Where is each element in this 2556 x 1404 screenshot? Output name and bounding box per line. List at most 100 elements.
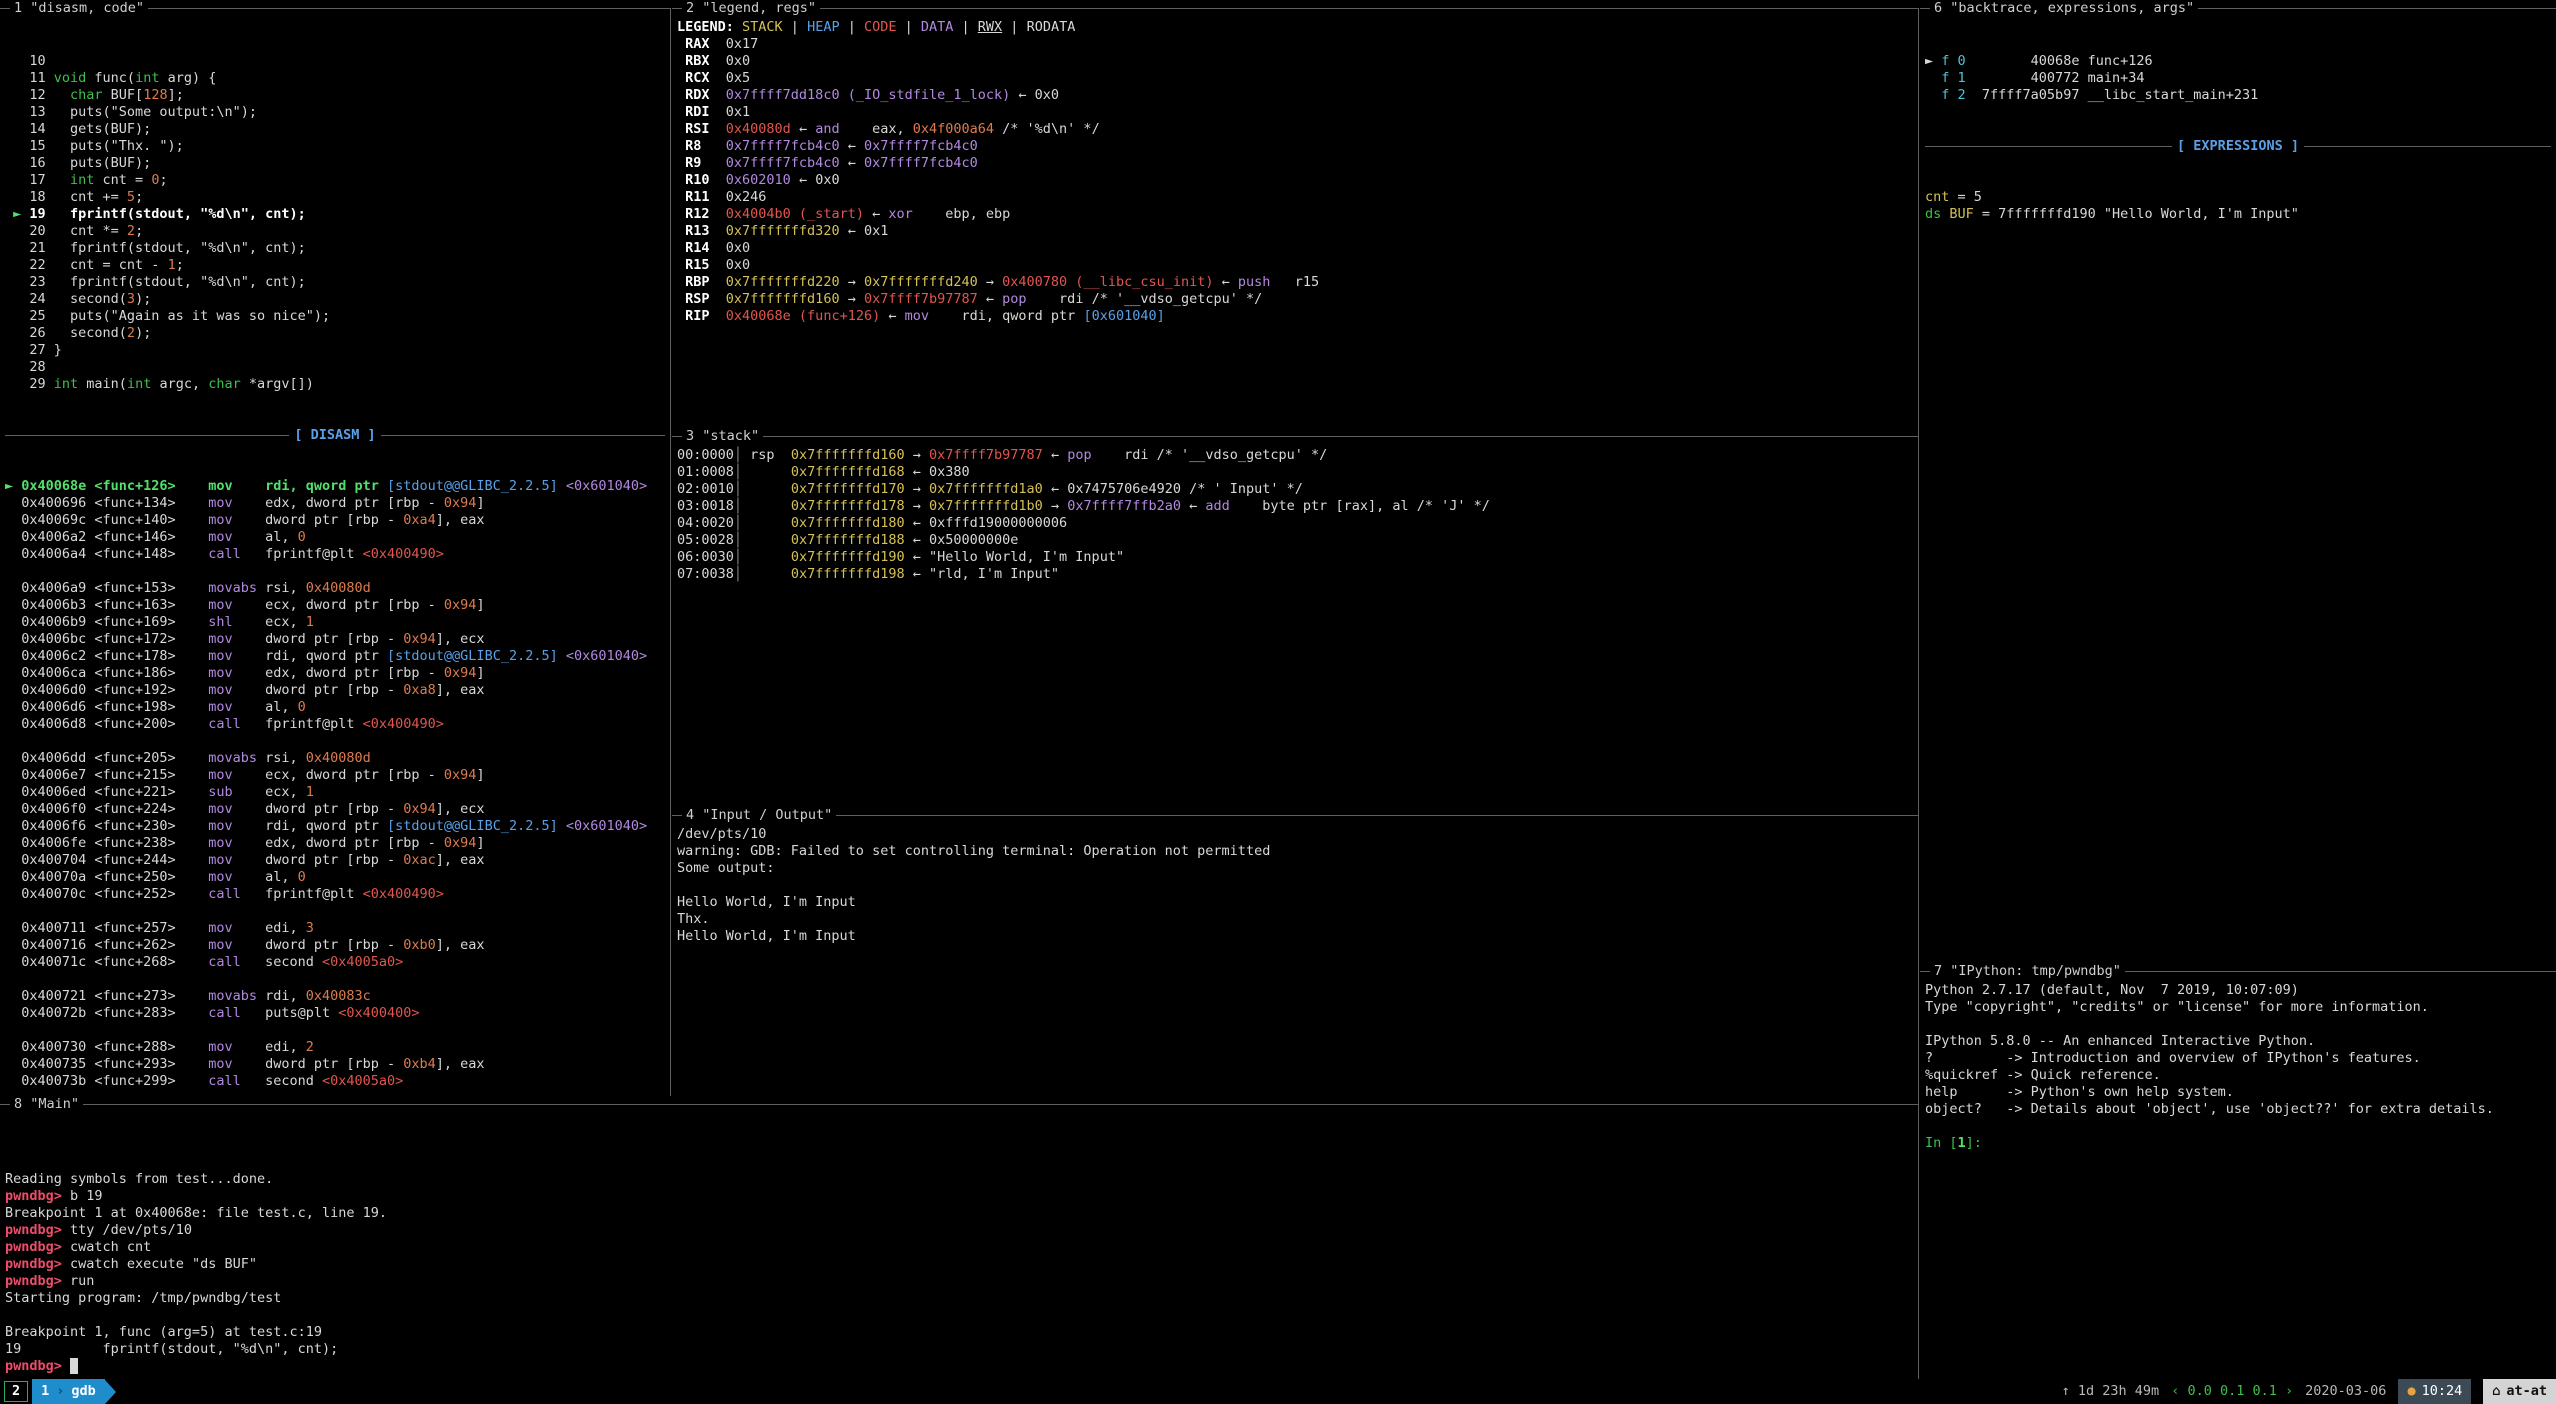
terminal-line: RBP 0x7fffffffd220 → 0x7fffffffd240 → 0x…: [677, 274, 1913, 291]
pane-border: 7 "IPython: tmp/pwndbg": [1920, 963, 2556, 980]
terminal-line: [5, 903, 665, 920]
tmux-window-tab[interactable]: 1 › gdb: [32, 1379, 105, 1404]
terminal-line: Python 2.7.17 (default, Nov 7 2019, 10:0…: [1925, 982, 2551, 999]
terminal-line: ► f 0 40068e func+126: [1925, 53, 2551, 70]
status-date: 2020-03-06: [2305, 1383, 2386, 1400]
terminal-line: 0x4006e7 <func+215> mov ecx, dword ptr […: [5, 767, 665, 784]
terminal-line: Some output:: [677, 860, 1913, 877]
terminal-line: 0x4006d6 <func+198> mov al, 0: [5, 699, 665, 716]
load-average: ‹ 0.0 0.1 0.1 ›: [2171, 1383, 2293, 1400]
terminal-line: 00:0000│ rsp 0x7fffffffd160 → 0x7ffff7b9…: [677, 447, 1913, 464]
pane-disasm-code[interactable]: 1 "disasm, code" 10 11 void func(int arg…: [0, 0, 670, 1096]
terminal-line: [677, 877, 1913, 894]
terminal-line: 0x400735 <func+293> mov dword ptr [rbp -…: [5, 1056, 665, 1073]
terminal-line: 0x4006d8 <func+200> call fprintf@plt <0x…: [5, 716, 665, 733]
terminal-line: RSI 0x40080d ← and eax, 0x4f000a64 /* '%…: [677, 121, 1913, 138]
terminal-line: 0x400730 <func+288> mov edi, 2: [5, 1039, 665, 1056]
terminal-line: 0x4006dd <func+205> movabs rsi, 0x40080d: [5, 750, 665, 767]
terminal-line: [1925, 1016, 2551, 1033]
pane-title-legend-regs: 2 "legend, regs": [682, 0, 820, 17]
pane-border: 1 "disasm, code": [0, 0, 670, 17]
pane-backtrace-expressions[interactable]: 6 "backtrace, expressions, args" ► f 0 4…: [1920, 0, 2556, 963]
terminal-line: 01:0008│ 0x7fffffffd168 ← 0x380: [677, 464, 1913, 481]
expressions-section-divider: [ EXPRESSIONS ]: [1925, 138, 2551, 155]
pane-legend-regs[interactable]: 2 "legend, regs" LEGEND: STACK | HEAP | …: [672, 0, 1918, 428]
window-name: gdb: [71, 1383, 95, 1400]
terminal-line: R15 0x0: [677, 257, 1913, 274]
window-separator-icon: ›: [56, 1383, 64, 1400]
terminal-line: f 2 7ffff7a05b97 __libc_start_main+231: [1925, 87, 2551, 104]
terminal-line: RIP 0x40068e (func+126) ← mov rdi, qword…: [677, 308, 1913, 325]
pane-title-main: 8 "Main": [10, 1096, 83, 1113]
gdb-console-content[interactable]: Reading symbols from test...done.pwndbg>…: [0, 1113, 1918, 1379]
terminal-line: 12 char BUF[128];: [5, 87, 665, 104]
terminal-line: ► 19 fprintf(stdout, "%d\n", cnt);: [5, 206, 665, 223]
terminal-line: 13 puts("Some output:\n");: [5, 104, 665, 121]
pane-border: 2 "legend, regs": [672, 0, 1918, 17]
terminal-line: 21 fprintf(stdout, "%d\n", cnt);: [5, 240, 665, 257]
terminal-line: 04:0020│ 0x7fffffffd180 ← 0xfffd19000000…: [677, 515, 1913, 532]
pane-title-ipython: 7 "IPython: tmp/pwndbg": [1930, 963, 2125, 980]
uptime-indicator: ↑ 1d 23h 49m: [2062, 1383, 2160, 1400]
terminal-line: RDX 0x7ffff7dd18c0 (_IO_stdfile_1_lock) …: [677, 87, 1913, 104]
terminal-line: Hello World, I'm Input: [677, 894, 1913, 911]
ipython-content[interactable]: Python 2.7.17 (default, Nov 7 2019, 10:0…: [1920, 980, 2556, 1152]
terminal-line: 0x4006bc <func+172> mov dword ptr [rbp -…: [5, 631, 665, 648]
terminal-line: 0x4006f6 <func+230> mov rdi, qword ptr […: [5, 818, 665, 835]
window-index: 1: [41, 1383, 49, 1400]
terminal-line: pwndbg> run: [5, 1273, 1913, 1290]
status-time-segment: ● 10:24: [2398, 1379, 2471, 1404]
status-time: 10:24: [2422, 1383, 2463, 1400]
terminal-line: 25 puts("Again as it was so nice");: [5, 308, 665, 325]
terminal-line: RSP 0x7fffffffd160 → 0x7ffff7b97787 ← po…: [677, 291, 1913, 308]
watch-expressions: cnt = 5ds BUF = 7fffffffd190 "Hello Worl…: [1925, 189, 2551, 223]
pane-ipython[interactable]: 7 "IPython: tmp/pwndbg" Python 2.7.17 (d…: [1920, 963, 2556, 1379]
powerline-arrow-icon: [105, 1380, 116, 1404]
terminal-line: Breakpoint 1 at 0x40068e: file test.c, l…: [5, 1205, 1913, 1222]
terminal-line: Thx.: [677, 911, 1913, 928]
terminal-line: pwndbg> tty /dev/pts/10: [5, 1222, 1913, 1239]
load-close-bracket: ›: [2285, 1383, 2293, 1399]
terminal-line: pwndbg>: [5, 1358, 1913, 1375]
terminal-line: 26 second(2);: [5, 325, 665, 342]
terminal-line: [5, 563, 665, 580]
terminal-line: R14 0x0: [677, 240, 1913, 257]
terminal-line: 0x4006d0 <func+192> mov dword ptr [rbp -…: [5, 682, 665, 699]
terminal-line: 28: [5, 359, 665, 376]
terminal-line: 0x400696 <func+134> mov edx, dword ptr […: [5, 495, 665, 512]
stack-content: 00:0000│ rsp 0x7fffffffd160 → 0x7ffff7b9…: [672, 445, 1918, 583]
pane-title-disasm-code: 1 "disasm, code": [10, 0, 148, 17]
terminal-line: 0x4006b9 <func+169> shl ecx, 1: [5, 614, 665, 631]
terminal-line: pwndbg> cwatch cnt: [5, 1239, 1913, 1256]
pane-border: 8 "Main": [0, 1096, 1918, 1113]
terminal-line: 0x4006fe <func+238> mov edx, dword ptr […: [5, 835, 665, 852]
pane-input-output[interactable]: 4 "Input / Output" /dev/pts/10warning: G…: [672, 807, 1918, 1096]
terminal-line: R12 0x4004b0 (_start) ← xor ebp, ebp: [677, 206, 1913, 223]
tmux-screen: 1 "disasm, code" 10 11 void func(int arg…: [0, 0, 2556, 1404]
terminal-line: 10: [5, 53, 665, 70]
terminal-line: 17 int cnt = 0;: [5, 172, 665, 189]
disasm-section-label: [ DISASM ]: [289, 427, 380, 444]
terminal-line: 18 cnt += 5;: [5, 189, 665, 206]
terminal-line: R8 0x7ffff7fcb4c0 ← 0x7ffff7fcb4c0: [677, 138, 1913, 155]
terminal-line: Breakpoint 1, func (arg=5) at test.c:19: [5, 1324, 1913, 1341]
terminal-line: Hello World, I'm Input: [677, 928, 1913, 945]
terminal-line: 22 cnt = cnt - 1;: [5, 257, 665, 274]
tmux-session-badge[interactable]: 2: [4, 1381, 28, 1402]
pane-main-gdb-console[interactable]: 8 "Main" Reading symbols from test...don…: [0, 1096, 1918, 1379]
pane-title-stack: 3 "stack": [682, 428, 763, 445]
terminal-line: Starting program: /tmp/pwndbg/test: [5, 1290, 1913, 1307]
pane-stack[interactable]: 3 "stack" 00:0000│ rsp 0x7fffffffd160 → …: [672, 428, 1918, 807]
terminal-line: 03:0018│ 0x7fffffffd178 → 0x7fffffffd1b0…: [677, 498, 1913, 515]
clock-icon: ●: [2407, 1383, 2415, 1400]
registers-content: LEGEND: STACK | HEAP | CODE | DATA | RWX…: [672, 17, 1918, 325]
source-listing: 10 11 void func(int arg) { 12 char BUF[1…: [5, 53, 665, 393]
terminal-line: R10 0x602010 ← 0x0: [677, 172, 1913, 189]
terminal-line: IPython 5.8.0 -- An enhanced Interactive…: [1925, 1033, 2551, 1050]
terminal-line: 05:0028│ 0x7fffffffd188 ← 0x50000000e: [677, 532, 1913, 549]
terminal-line: 23 fprintf(stdout, "%d\n", cnt);: [5, 274, 665, 291]
pane-border: 6 "backtrace, expressions, args": [1920, 0, 2556, 17]
load-open-bracket: ‹: [2171, 1383, 2179, 1399]
terminal-line: 0x4006a4 <func+148> call fprintf@plt <0x…: [5, 546, 665, 563]
terminal-line: 0x40072b <func+283> call puts@plt <0x400…: [5, 1005, 665, 1022]
